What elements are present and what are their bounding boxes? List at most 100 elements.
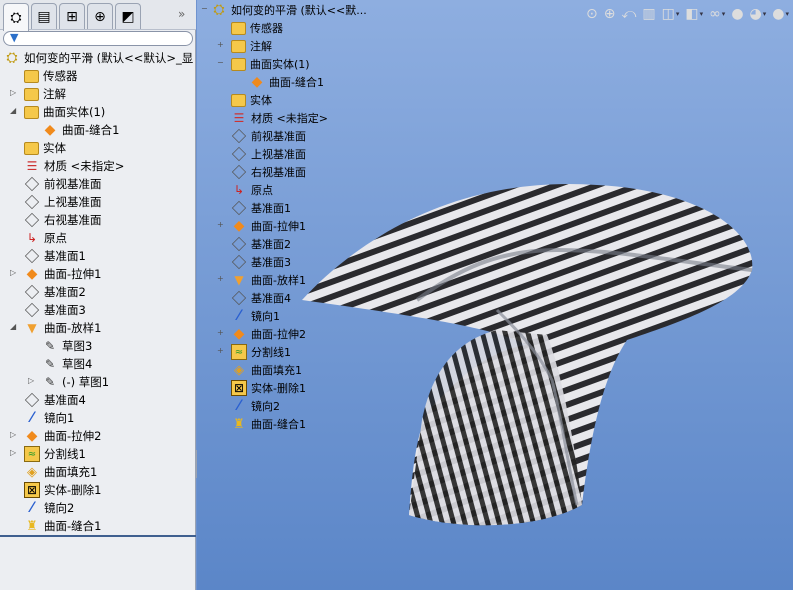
tree-item[interactable]: 基准面3 — [231, 253, 291, 271]
tree-item[interactable]: ♜ 曲面-缝合1 — [24, 517, 101, 535]
dropdown-arrow-icon[interactable]: ▾ — [722, 10, 726, 18]
tree-item[interactable]: ◆ 曲面-缝合1 — [249, 73, 324, 91]
tree-item[interactable]: ✎ 草图4 — [42, 355, 92, 373]
tree-item[interactable]: ⁄ 镜向2 — [231, 397, 280, 415]
tree-item[interactable]: 右视基准面 — [24, 211, 102, 229]
tree-item[interactable]: ▼ 曲面-放样1 — [231, 271, 306, 289]
expand-toggle[interactable]: − — [201, 4, 208, 13]
dropdown-arrow-icon[interactable]: ▾ — [676, 10, 680, 18]
expand-toggle[interactable]: + — [217, 274, 224, 283]
expand-toggle[interactable]: ▷ — [10, 430, 16, 439]
tab-featuremanager[interactable]: ⛭ — [3, 3, 29, 31]
tree-item-label: 曲面填充1 — [44, 465, 98, 479]
expand-toggle[interactable]: ▷ — [28, 376, 34, 385]
tree-item[interactable]: ✎ 草图3 — [42, 337, 92, 355]
tab-propertymanager[interactable]: ▤ — [31, 3, 57, 29]
tab-display-manager[interactable]: ◩ — [115, 3, 141, 29]
tree-item[interactable]: ≈ 分割线1 — [231, 343, 291, 361]
surface-icon: ◆ — [233, 218, 245, 234]
graphics-viewport[interactable]: − ⛭ 如何变的平滑 (默认<<默... 传感器 + 注解 − 曲面实体(1) ◆ 曲面-缝合1 实… — [197, 0, 793, 590]
zoom-to-area-button[interactable]: ⊕ — [604, 6, 616, 22]
view-orientation-button[interactable]: ◫ ▾ — [662, 6, 680, 22]
tree-item-label: 曲面-拉伸2 — [251, 328, 306, 341]
tree-item[interactable]: ⊠ 实体-删除1 — [231, 379, 306, 397]
tree-item[interactable]: 基准面4 — [24, 391, 86, 409]
tree-item[interactable]: ⛭ 如何变的平滑 (默认<<默认>_显 — [4, 49, 193, 67]
tree-item[interactable]: ↳ 原点 — [24, 229, 67, 247]
tree-item[interactable]: ◆ 曲面-拉伸1 — [231, 217, 306, 235]
tree-item-label: 曲面填充1 — [251, 364, 302, 377]
tree-item[interactable]: 基准面2 — [24, 283, 86, 301]
tree-item[interactable]: ▼ 曲面-放样1 — [24, 319, 101, 337]
tree-item[interactable]: ⁄ 镜向2 — [24, 499, 75, 517]
expand-toggle[interactable]: + — [217, 346, 224, 355]
tree-item[interactable]: ◈ 曲面填充1 — [231, 361, 302, 379]
tree-item[interactable]: 前视基准面 — [24, 175, 102, 193]
surface-icon: ◆ — [44, 122, 56, 138]
tree-item[interactable]: 实体 — [24, 139, 66, 157]
tree-item[interactable]: 传感器 — [24, 67, 78, 85]
apply-scene-button[interactable]: ◕ ▾ — [750, 6, 767, 22]
tree-item[interactable]: 上视基准面 — [231, 145, 306, 163]
fill-icon: ◈ — [27, 464, 37, 480]
tree-item[interactable]: 基准面1 — [231, 199, 291, 217]
tree-item[interactable]: 基准面3 — [24, 301, 86, 319]
previous-view-button[interactable]: ⤺ — [621, 6, 636, 22]
tree-item[interactable]: 曲面实体(1) — [231, 55, 310, 73]
tree-item[interactable]: 传感器 — [231, 19, 283, 37]
dropdown-arrow-icon[interactable]: ▾ — [785, 10, 789, 18]
dropdown-arrow-icon[interactable]: ▾ — [763, 10, 767, 18]
tree-item[interactable]: ♜ 曲面-缝合1 — [231, 415, 306, 433]
tree-item[interactable]: 注解 — [24, 85, 66, 103]
tree-item[interactable]: 注解 — [231, 37, 272, 55]
tab-dimxpert[interactable]: ⊕ — [87, 3, 113, 29]
tree-item[interactable]: 基准面2 — [231, 235, 291, 253]
expand-toggle[interactable]: ◢ — [10, 106, 16, 115]
tree-item[interactable]: ◆ 曲面-拉伸2 — [231, 325, 306, 343]
tree-item[interactable]: ☰ 材质 <未指定> — [231, 109, 328, 127]
hide-show-items-button[interactable]: ∞ ▾ — [709, 6, 725, 22]
expand-toggle[interactable]: + — [217, 40, 224, 49]
tree-item[interactable]: ≈ 分割线1 — [24, 445, 86, 463]
tree-item-label: 基准面2 — [251, 238, 291, 251]
tree-item[interactable]: ◆ 曲面-拉伸2 — [24, 427, 102, 445]
expand-toggle[interactable]: − — [217, 58, 224, 67]
tree-item[interactable]: ◆ 曲面-拉伸1 — [24, 265, 102, 283]
tree-item[interactable]: ☰ 材质 <未指定> — [24, 157, 125, 175]
tree-item[interactable]: 前视基准面 — [231, 127, 306, 145]
tree-item[interactable]: 基准面1 — [24, 247, 86, 265]
more-tabs-button[interactable]: » — [178, 7, 185, 21]
expand-toggle[interactable]: ◢ — [10, 322, 16, 331]
view-settings-button[interactable]: ● ▾ — [772, 6, 789, 22]
folder-icon — [231, 39, 246, 53]
tree-item[interactable]: ⁄ 镜向1 — [24, 409, 75, 427]
tree-item[interactable]: ◆ 曲面-缝合1 — [42, 121, 120, 139]
knit-icon: ♜ — [26, 518, 38, 534]
tree-item[interactable]: 实体 — [231, 91, 272, 109]
dropdown-arrow-icon[interactable]: ▾ — [700, 10, 704, 18]
tree-item-label: 传感器 — [43, 69, 78, 83]
zoom-to-fit-button[interactable]: ⊙ — [586, 6, 598, 22]
expand-toggle[interactable]: ▷ — [10, 268, 16, 277]
tree-item[interactable]: ⛭ 如何变的平滑 (默认<<默... — [211, 1, 367, 19]
tree-item-label: 如何变的平滑 (默认<<默... — [231, 4, 367, 17]
tree-item[interactable]: ⁄ 镜向1 — [231, 307, 280, 325]
tree-item[interactable]: 上视基准面 — [24, 193, 102, 211]
expand-toggle[interactable]: + — [217, 328, 224, 337]
edit-appearance-button[interactable]: ● — [731, 6, 743, 22]
tree-item[interactable]: ✎ (-) 草图1 — [42, 373, 109, 391]
tree-item[interactable]: ↳ 原点 — [231, 181, 273, 199]
expand-toggle[interactable]: + — [217, 220, 224, 229]
expand-toggle[interactable]: ▷ — [10, 448, 16, 457]
expand-toggle[interactable]: ▷ — [10, 88, 16, 97]
tree-item[interactable]: 右视基准面 — [231, 163, 306, 181]
tree-item[interactable]: 基准面4 — [231, 289, 291, 307]
tree-item[interactable]: ⊠ 实体-删除1 — [24, 481, 101, 499]
tree-item-label: 右视基准面 — [44, 213, 102, 227]
section-view-button[interactable]: ▥ — [642, 6, 655, 22]
tree-item[interactable]: 曲面实体(1) — [24, 103, 105, 121]
display-style-button[interactable]: ◧ ▾ — [685, 6, 703, 22]
tab-configurationmanager[interactable]: ⊞ — [59, 3, 85, 29]
tree-item[interactable]: ◈ 曲面填充1 — [24, 463, 97, 481]
filter-input[interactable]: ▼ — [3, 31, 193, 46]
